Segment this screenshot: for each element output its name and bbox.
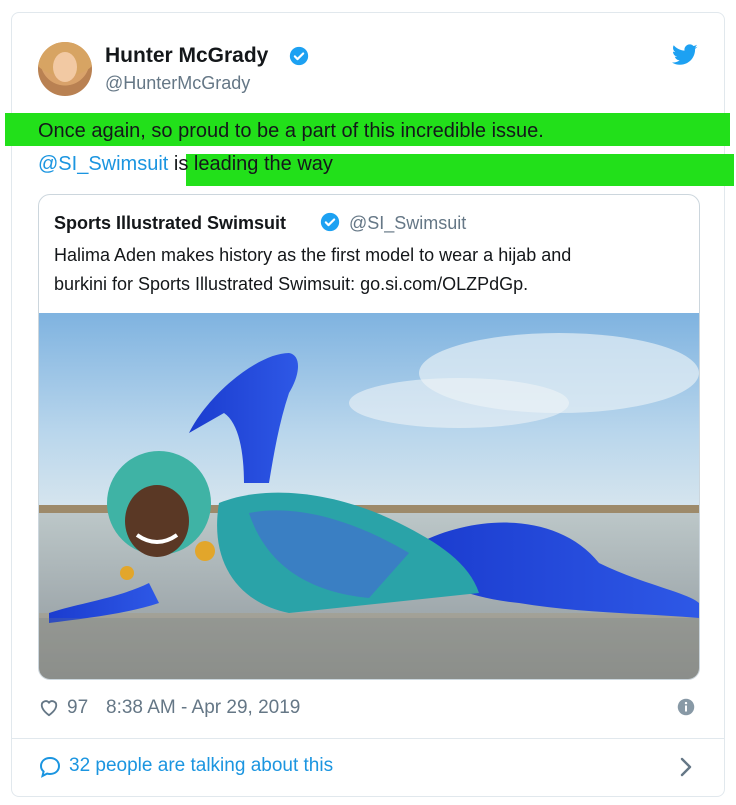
quoted-text-line1: Halima Aden makes history as the first m… [54,245,572,265]
timestamp[interactable]: 8:38 AM - Apr 29, 2019 [106,697,300,719]
info-icon[interactable] [677,698,695,716]
mention-link[interactable]: @SI_Swimsuit [38,153,168,175]
verified-badge-icon [320,212,340,232]
author-handle[interactable]: @HunterMcGrady [105,73,250,94]
conversation-link[interactable]: 32 people are talking about this [69,755,333,777]
twitter-bird-icon[interactable] [672,44,698,66]
avatar[interactable] [38,42,92,96]
quoted-display-name: Sports Illustrated Swimsuit [54,213,287,233]
quoted-handle: @SI_Swimsuit [349,213,467,233]
tweet-text-line2-rest: is leading the way [168,153,333,175]
heart-icon[interactable] [38,697,60,717]
quoted-photo[interactable] [39,313,699,680]
footer-divider [11,738,725,739]
author-display-name[interactable]: Hunter McGrady [105,44,268,68]
tweet-text-line2: @SI_Swimsuit is leading the way [38,153,333,176]
chevron-right-icon[interactable] [678,755,694,779]
tweet-text-line1: Once again, so proud to be a part of thi… [38,120,544,142]
quoted-text-line2: burkini for Sports Illustrated Swimsuit:… [54,274,529,294]
speech-bubble-icon[interactable] [38,755,62,779]
like-count[interactable]: 97 [67,697,88,719]
verified-badge-icon [289,46,309,66]
quoted-tweet[interactable]: Sports Illustrated Swimsuit @SI_Swimsuit… [38,194,700,680]
